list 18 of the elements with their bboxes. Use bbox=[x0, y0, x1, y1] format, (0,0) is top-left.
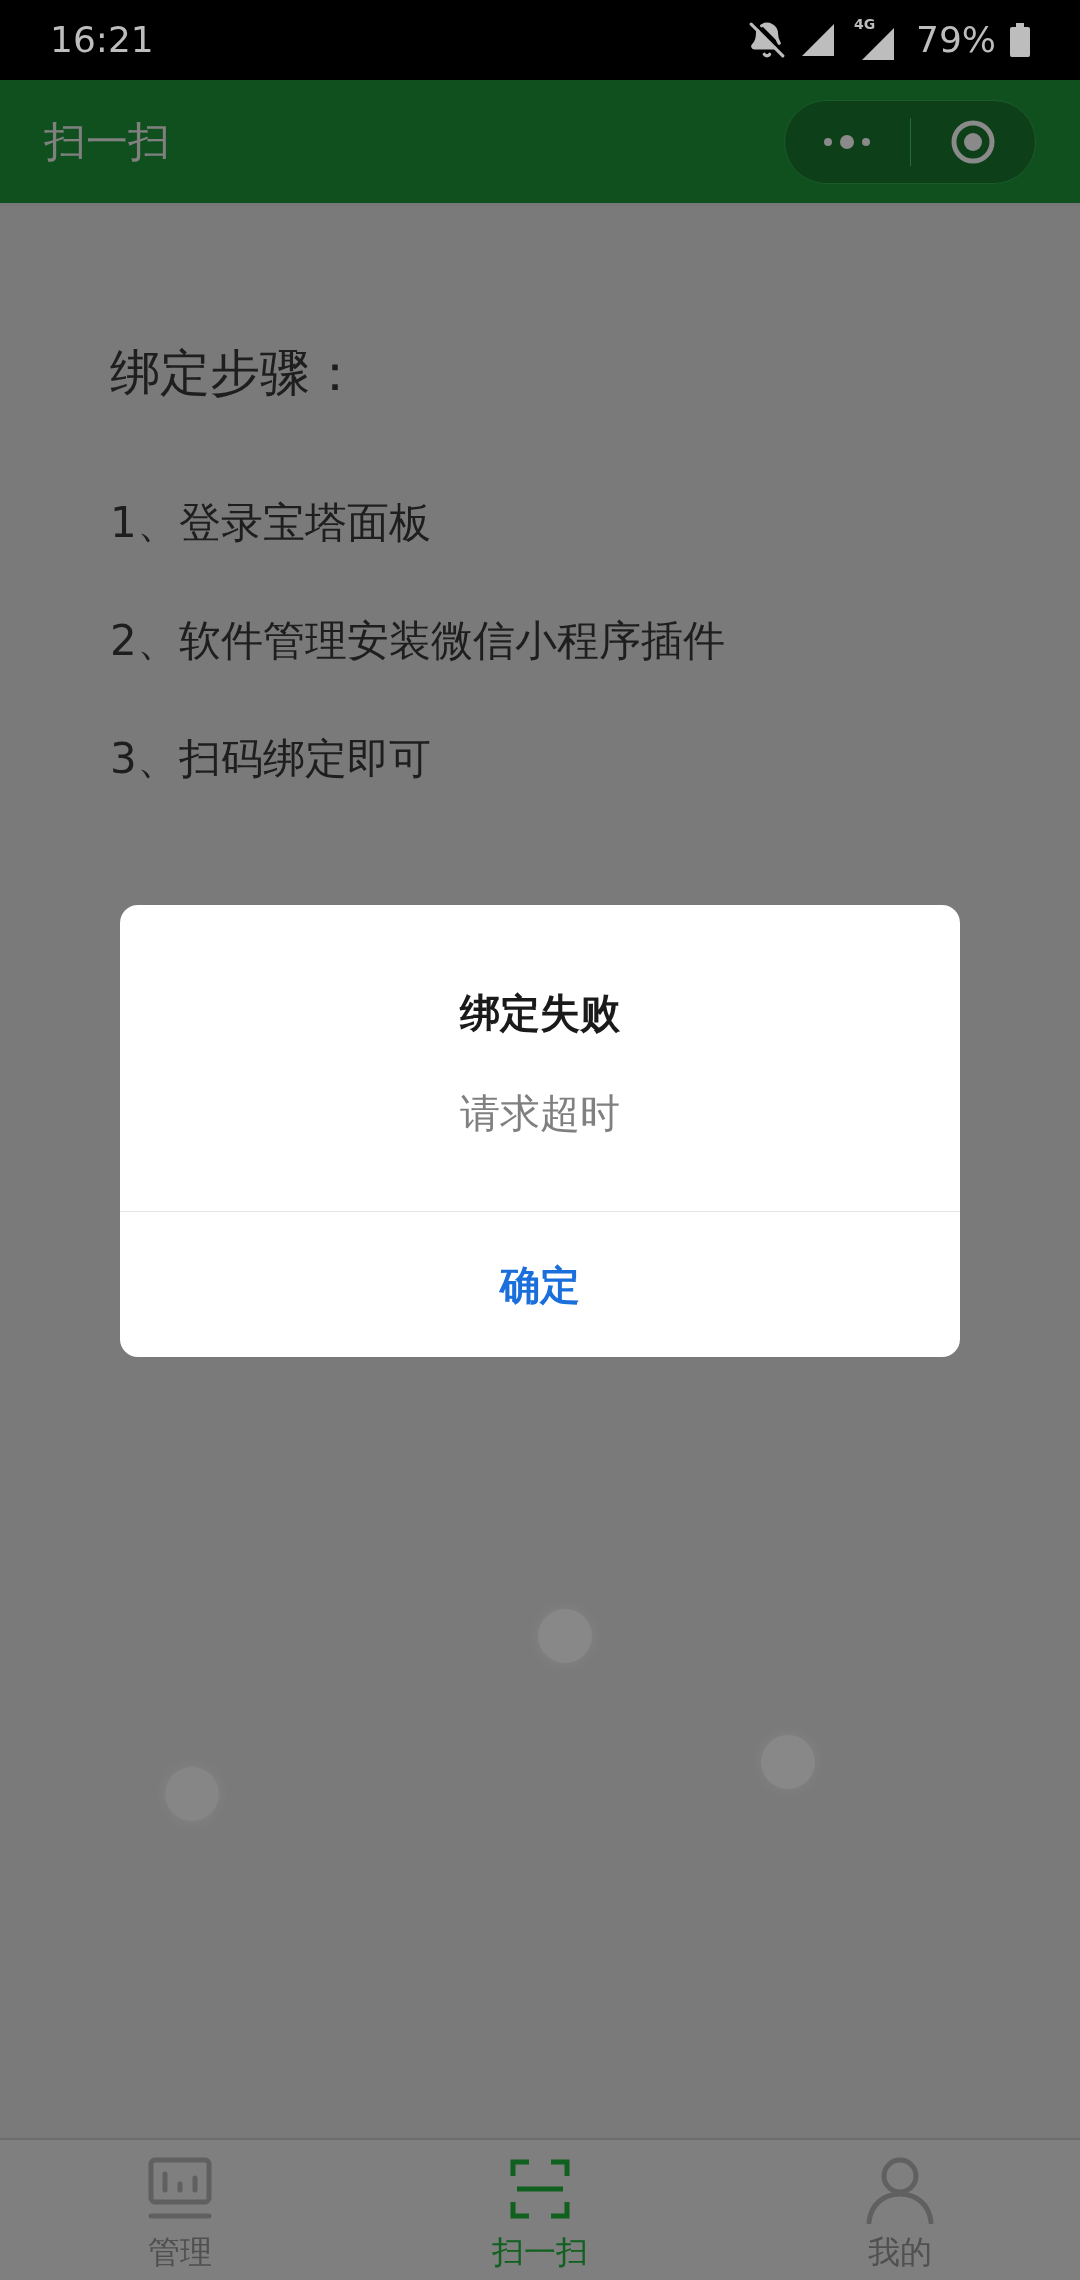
page-title: 扫一扫 bbox=[44, 116, 170, 168]
more-icon bbox=[822, 133, 873, 150]
dialog-message: 请求超时 bbox=[459, 1089, 621, 1138]
signal-icon bbox=[800, 22, 836, 58]
network-type: 4G bbox=[854, 15, 876, 34]
target-icon bbox=[949, 118, 996, 165]
status-time: 16:21 bbox=[50, 18, 154, 62]
tab-item[interactable]: 扫一扫 bbox=[360, 2140, 720, 2280]
confirm-button[interactable]: 确定 bbox=[120, 1212, 960, 1357]
step-text: 1、登录宝塔面板 bbox=[110, 497, 432, 549]
bell-off-icon bbox=[748, 21, 786, 59]
steps-heading: 绑定步骤： bbox=[110, 343, 361, 404]
step-text: 3、扫码绑定即可 bbox=[110, 733, 432, 785]
dialog-title: 绑定失败 bbox=[458, 989, 621, 1038]
step-text: 2、软件管理安装微信小程序插件 bbox=[110, 615, 726, 667]
battery-icon bbox=[1010, 23, 1030, 57]
battery-percent: 79% bbox=[916, 18, 996, 62]
signal-icon bbox=[862, 28, 896, 60]
